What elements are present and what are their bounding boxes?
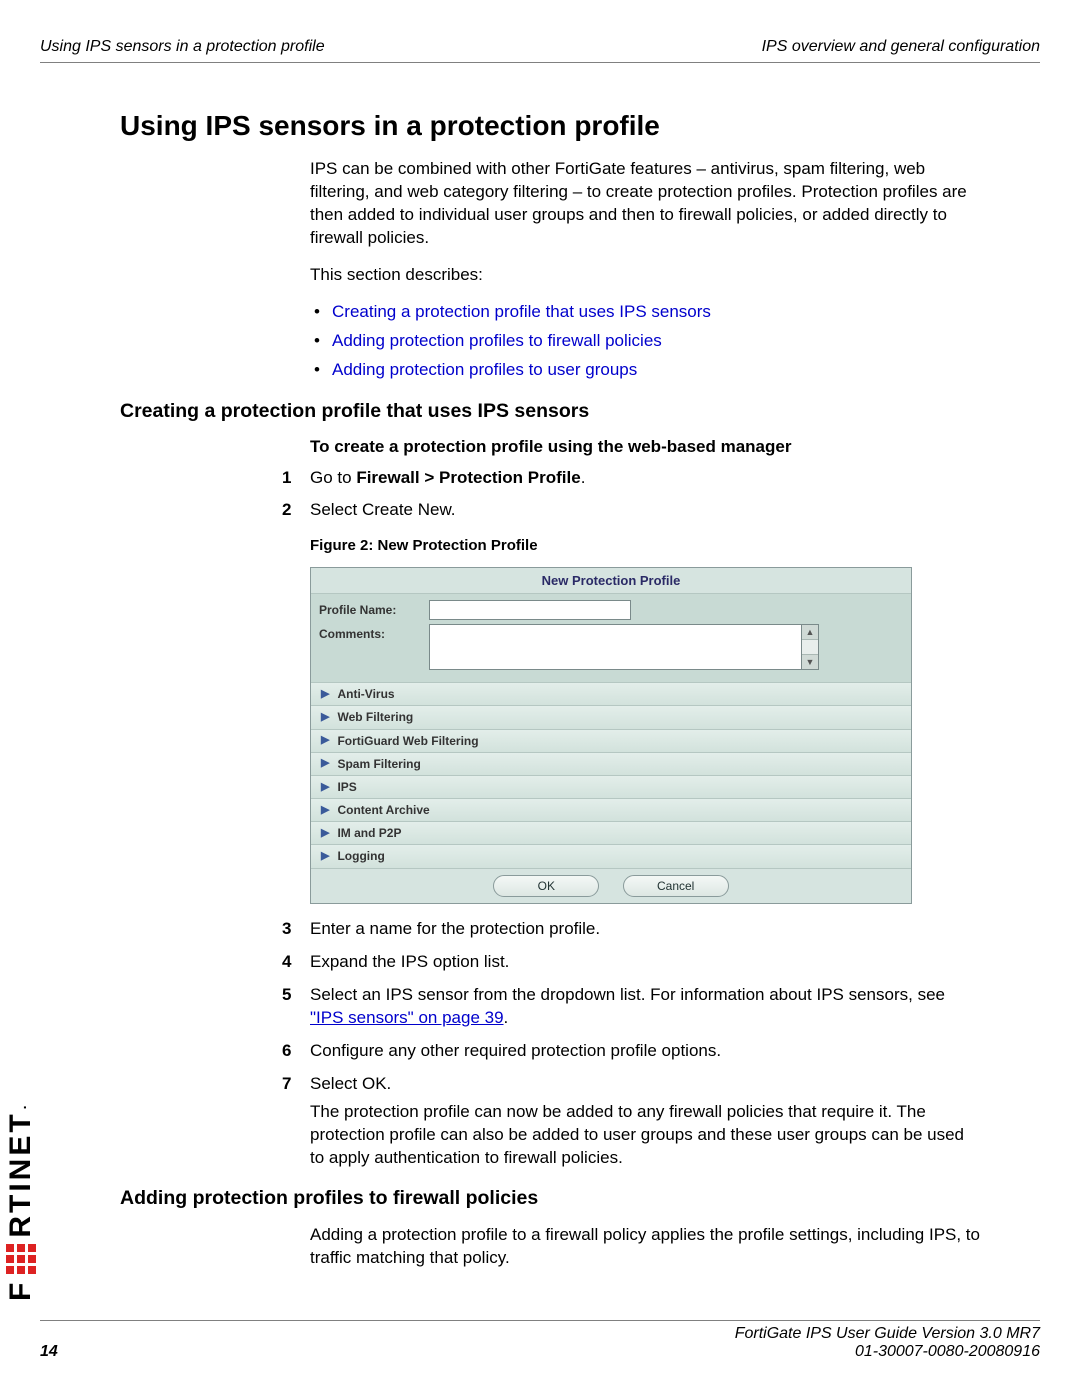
sec-label: Web Filtering bbox=[337, 709, 413, 725]
npp-footer: OK Cancel bbox=[311, 869, 911, 903]
expand-icon: ▶ bbox=[321, 849, 329, 864]
logo-red-grid-icon bbox=[6, 1244, 36, 1274]
toc-list: Creating a protection profile that uses … bbox=[310, 301, 980, 382]
step-5: 5 Select an IPS sensor from the dropdown… bbox=[310, 984, 980, 1030]
expand-icon: ▶ bbox=[321, 756, 329, 771]
step-1-bold: Firewall > Protection Profile bbox=[356, 468, 580, 487]
toc-item: Adding protection profiles to firewall p… bbox=[310, 330, 980, 353]
footer-lines: FortiGate IPS User Guide Version 3.0 MR7… bbox=[40, 1320, 1040, 1361]
npp-comments-label: Comments: bbox=[319, 624, 429, 642]
npp-section-contentarchive[interactable]: ▶ Content Archive bbox=[311, 799, 911, 822]
running-footer: FortiGate IPS User Guide Version 3.0 MR7… bbox=[40, 1320, 1040, 1361]
step-7-text: Select OK. bbox=[310, 1074, 391, 1093]
step-3-text: Enter a name for the protection profile. bbox=[310, 919, 600, 938]
toc-item: Creating a protection profile that uses … bbox=[310, 301, 980, 324]
npp-section-ips[interactable]: ▶ IPS bbox=[311, 776, 911, 799]
running-header: Using IPS sensors in a protection profil… bbox=[40, 38, 1040, 63]
step-4: 4Expand the IPS option list. bbox=[310, 951, 980, 974]
adding-paragraph-block: Adding a protection profile to a firewal… bbox=[310, 1224, 980, 1270]
step-5-post: . bbox=[504, 1008, 509, 1027]
expand-icon: ▶ bbox=[321, 710, 329, 725]
npp-profile-label: Profile Name: bbox=[319, 600, 429, 618]
ips-sensors-xref[interactable]: "IPS sensors" on page 39 bbox=[310, 1008, 504, 1027]
footer-line-1: FortiGate IPS User Guide Version 3.0 MR7 bbox=[40, 1325, 1040, 1343]
intro-block: IPS can be combined with other FortiGate… bbox=[310, 158, 980, 382]
steps-list: 1 Go to Firewall > Protection Profile. 2… bbox=[310, 467, 980, 1171]
toc-link-3[interactable]: Adding protection profiles to user group… bbox=[332, 360, 637, 379]
page: Using IPS sensors in a protection profil… bbox=[0, 0, 1080, 1397]
sec-label: Spam Filtering bbox=[337, 756, 420, 772]
step-6: 6Configure any other required protection… bbox=[310, 1040, 980, 1063]
ok-button[interactable]: OK bbox=[493, 875, 599, 897]
cancel-button[interactable]: Cancel bbox=[623, 875, 729, 897]
logo-part1: F bbox=[4, 1280, 38, 1301]
section-heading-adding: Adding protection profiles to firewall p… bbox=[120, 1187, 980, 1210]
expand-icon: ▶ bbox=[321, 733, 329, 748]
sec-label: Content Archive bbox=[337, 802, 429, 818]
npp-section-fortiguard[interactable]: ▶ FortiGuard Web Filtering bbox=[311, 730, 911, 753]
intro-paragraph-1: IPS can be combined with other FortiGate… bbox=[310, 158, 980, 250]
header-right: IPS overview and general configuration bbox=[762, 38, 1040, 56]
page-title: Using IPS sensors in a protection profil… bbox=[120, 110, 980, 142]
expand-icon: ▶ bbox=[321, 687, 329, 702]
profile-name-input[interactable] bbox=[429, 600, 631, 620]
procedure-subhead: To create a protection profile using the… bbox=[310, 437, 980, 457]
scroll-down-icon[interactable]: ▼ bbox=[802, 654, 818, 669]
sec-label: FortiGuard Web Filtering bbox=[337, 733, 478, 749]
npp-title: New Protection Profile bbox=[311, 568, 911, 595]
step-7-after: The protection profile can now be added … bbox=[310, 1101, 980, 1170]
header-left: Using IPS sensors in a protection profil… bbox=[40, 38, 325, 56]
npp-form: Profile Name: Comments: ▲▼ bbox=[311, 594, 911, 683]
toc-item: Adding protection profiles to user group… bbox=[310, 359, 980, 382]
logo-part2: RTINET bbox=[4, 1111, 38, 1237]
comments-scrollbar[interactable]: ▲▼ bbox=[802, 624, 819, 670]
content-area: Using IPS sensors in a protection profil… bbox=[120, 110, 980, 1284]
step-1-pre: Go to bbox=[310, 468, 356, 487]
step-1-post: . bbox=[581, 468, 586, 487]
step-2: 2 Select Create New. Figure 2: New Prote… bbox=[310, 499, 980, 903]
footer-line-2: 01-30007-0080-20080916 bbox=[40, 1343, 1040, 1361]
figure-caption: Figure 2: New Protection Profile bbox=[310, 536, 980, 556]
step-3: 3Enter a name for the protection profile… bbox=[310, 918, 980, 941]
sec-label: IPS bbox=[337, 779, 356, 795]
step-1: 1 Go to Firewall > Protection Profile. bbox=[310, 467, 980, 490]
npp-section-webfiltering[interactable]: ▶ Web Filtering bbox=[311, 706, 911, 729]
step-5-pre: Select an IPS sensor from the dropdown l… bbox=[310, 985, 945, 1004]
scroll-up-icon[interactable]: ▲ bbox=[802, 625, 818, 640]
step-7: 7Select OK. The protection profile can n… bbox=[310, 1073, 980, 1171]
npp-section-spam[interactable]: ▶ Spam Filtering bbox=[311, 753, 911, 776]
expand-icon: ▶ bbox=[321, 826, 329, 841]
expand-icon: ▶ bbox=[321, 803, 329, 818]
section-heading-creating: Creating a protection profile that uses … bbox=[120, 400, 980, 423]
logo-dot: . bbox=[13, 1102, 29, 1109]
npp-comments-row: Comments: ▲▼ bbox=[319, 624, 903, 670]
comments-textarea[interactable] bbox=[429, 624, 802, 670]
expand-icon: ▶ bbox=[321, 780, 329, 795]
npp-section-logging[interactable]: ▶ Logging bbox=[311, 845, 911, 868]
procedure-block: To create a protection profile using the… bbox=[310, 437, 980, 1171]
npp-sections: ▶ Anti-Virus ▶ Web Filtering ▶ FortiGuard W… bbox=[311, 683, 911, 869]
toc-link-1[interactable]: Creating a protection profile that uses … bbox=[332, 302, 711, 321]
step-2-text: Select Create New. bbox=[310, 500, 456, 519]
step-6-text: Configure any other required protection … bbox=[310, 1041, 721, 1060]
npp-section-antivirus[interactable]: ▶ Anti-Virus bbox=[311, 683, 911, 706]
intro-paragraph-2: This section describes: bbox=[310, 264, 980, 287]
step-4-text: Expand the IPS option list. bbox=[310, 952, 509, 971]
page-number: 14 bbox=[40, 1343, 58, 1361]
sec-label: IM and P2P bbox=[337, 825, 401, 841]
npp-section-imp2p[interactable]: ▶ IM and P2P bbox=[311, 822, 911, 845]
adding-paragraph: Adding a protection profile to a firewal… bbox=[310, 1224, 980, 1270]
sec-label: Logging bbox=[337, 848, 384, 864]
toc-link-2[interactable]: Adding protection profiles to firewall p… bbox=[332, 331, 662, 350]
comments-wrap: ▲▼ bbox=[429, 624, 819, 670]
sec-label: Anti-Virus bbox=[337, 686, 394, 702]
npp-profile-row: Profile Name: bbox=[319, 600, 903, 620]
new-protection-profile-screenshot: New Protection Profile Profile Name: Com… bbox=[310, 567, 912, 904]
fortinet-logo: F RTINET . bbox=[4, 1102, 38, 1301]
